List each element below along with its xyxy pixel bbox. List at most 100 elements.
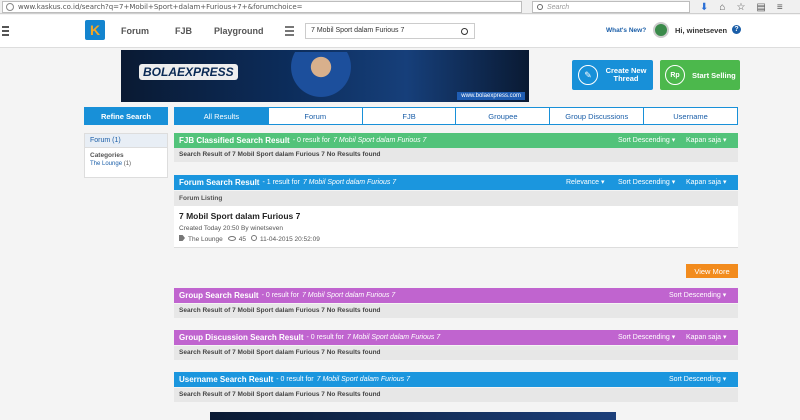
tab-group-discussions[interactable]: Group Discussions: [550, 108, 645, 124]
forum-query: 7 Mobil Sport dalam Furious 7: [302, 179, 397, 186]
group-discussion-title: Group Discussion Search Result: [179, 333, 304, 342]
forum-time-dropdown[interactable]: Kapan saja ▾: [686, 178, 727, 186]
banner-logo: BOLAEXPRESS: [139, 64, 238, 80]
forum-title: Forum Search Result: [179, 178, 260, 187]
result-created: Created Today 20:50 By winetseven: [179, 225, 283, 232]
tab-username[interactable]: Username: [644, 108, 737, 124]
site-search-input[interactable]: 7 Mobil Sport dalam Furious 7: [305, 23, 475, 39]
user-greeting[interactable]: Hi, winetseven: [675, 26, 727, 35]
download-icon[interactable]: ⬇: [700, 2, 708, 13]
search-icon[interactable]: [461, 28, 468, 35]
start-selling-button[interactable]: Rp Start Selling: [660, 60, 740, 90]
group-discussion-sort-label: Sort Descending: [618, 334, 670, 341]
site-header: K Forum FJB Playground 7 Mobil Sport dal…: [0, 15, 800, 48]
username-empty-message: Search Result of 7 Mobil Sport dalam Fur…: [174, 388, 738, 402]
category-the-lounge[interactable]: The Lounge (1): [85, 161, 167, 167]
group-empty-message: Search Result of 7 Mobil Sport dalam Fur…: [174, 304, 738, 318]
fjb-time-label: Kapan saja: [686, 137, 722, 144]
fjb-query: 7 Mobil Sport dalam Furious 7: [333, 137, 427, 144]
browser-search-placeholder: Search: [547, 3, 570, 11]
browser-toolbar: www.kaskus.co.id/search?q=7+Mobil+Sport+…: [0, 0, 800, 14]
eye-icon: [227, 235, 236, 241]
whats-new-link[interactable]: What's New?: [606, 27, 646, 34]
fjb-result-header: FJB Classified Search Result - 0 result …: [174, 133, 738, 148]
help-icon[interactable]: ?: [732, 25, 741, 34]
nav-playground[interactable]: Playground: [214, 26, 264, 36]
result-title-link[interactable]: 7 Mobil Sport dalam Furious 7: [179, 211, 733, 221]
hamburger-icon[interactable]: [2, 26, 9, 38]
result-date-value: 11-04-2015 20:52:09: [259, 236, 320, 243]
result-views: 45: [227, 235, 246, 243]
forum-count-filter[interactable]: Forum (1): [85, 134, 167, 148]
forum-sort-dropdown[interactable]: Sort Descending ▾: [618, 178, 675, 186]
forum-count: - 1 result for: [262, 179, 300, 186]
result-views-count: 45: [238, 235, 246, 243]
username-query: 7 Mobil Sport dalam Furious 7: [316, 376, 411, 383]
tab-forum[interactable]: Forum: [269, 108, 363, 124]
refine-search-header: Refine Search: [84, 107, 168, 125]
group-discussion-sort-dropdown[interactable]: Sort Descending ▾: [618, 333, 675, 341]
avatar[interactable]: [653, 22, 669, 38]
group-discussion-empty-message: Search Result of 7 Mobil Sport dalam Fur…: [174, 346, 738, 360]
username-sort-dropdown[interactable]: Sort Descending ▾: [669, 375, 726, 383]
tab-fjb[interactable]: FJB: [363, 108, 457, 124]
category-count: (1): [123, 161, 132, 167]
forum-listing-label: Forum Listing: [174, 191, 738, 206]
result-category[interactable]: The Lounge: [179, 235, 223, 243]
fjb-empty-message: Search Result of 7 Mobil Sport dalam Fur…: [174, 148, 738, 162]
home-icon[interactable]: ⌂: [719, 2, 725, 13]
banner-player-image: [286, 52, 356, 102]
nav-fjb[interactable]: FJB: [175, 26, 192, 36]
list-menu-icon[interactable]: [285, 26, 294, 38]
group-query: 7 Mobil Sport dalam Furious 7: [301, 292, 396, 299]
create-thread-button[interactable]: ✎ Create New Thread: [572, 60, 653, 90]
forum-time-label: Kapan saja: [686, 179, 722, 186]
fjb-sort-label: Sort Descending: [618, 137, 670, 144]
ad-banner[interactable]: BOLAEXPRESS www.bolaexpress.com: [121, 50, 529, 102]
result-tabs: All Results Forum FJB Groupee Group Disc…: [174, 107, 738, 125]
rupiah-icon: Rp: [665, 65, 685, 85]
refine-panel: Forum (1) Categories The Lounge (1): [84, 133, 168, 178]
fjb-count: - 0 result for: [292, 137, 331, 144]
tab-groupee[interactable]: Groupee: [456, 108, 551, 124]
result-stats: The Lounge 45 11-04-2015 20:52:09: [179, 235, 733, 243]
group-count: - 0 result for: [261, 292, 299, 299]
forum-relevance-dropdown[interactable]: Relevance ▾: [566, 178, 605, 186]
view-more-button[interactable]: View More: [686, 264, 738, 278]
fjb-sort-dropdown[interactable]: Sort Descending ▾: [618, 136, 675, 144]
lock-icon[interactable]: ▤: [756, 2, 765, 13]
username-sort-label: Sort Descending: [669, 376, 721, 383]
group-sort-label: Sort Descending: [669, 292, 721, 299]
nav-forum[interactable]: Forum: [121, 26, 149, 36]
fjb-time-dropdown[interactable]: Kapan saja ▾: [686, 136, 727, 144]
group-discussion-time-dropdown[interactable]: Kapan saja ▾: [686, 333, 727, 341]
menu-icon[interactable]: ≡: [777, 2, 783, 13]
search-icon: [537, 4, 543, 10]
result-date: 11-04-2015 20:52:09: [250, 235, 320, 243]
address-bar[interactable]: www.kaskus.co.id/search?q=7+Mobil+Sport+…: [2, 1, 522, 13]
group-discussion-count: - 0 result for: [306, 334, 344, 341]
browser-search-box[interactable]: Search: [532, 1, 690, 13]
banner-url: www.bolaexpress.com: [457, 92, 525, 100]
group-sort-dropdown[interactable]: Sort Descending ▾: [669, 291, 726, 299]
tag-icon: [179, 235, 185, 241]
pencil-icon: ✎: [578, 65, 598, 85]
group-title: Group Search Result: [179, 291, 259, 300]
create-thread-label: Create New Thread: [605, 66, 647, 83]
forum-result-item: 7 Mobil Sport dalam Furious 7 Created To…: [174, 206, 738, 248]
bookmark-star-icon[interactable]: ☆: [736, 2, 745, 13]
site-search-value: 7 Mobil Sport dalam Furious 7: [311, 27, 405, 34]
group-discussion-query: 7 Mobil Sport dalam Furious 7: [346, 334, 441, 341]
forum-relevance-label: Relevance: [566, 179, 600, 186]
categories-title: Categories: [90, 152, 124, 159]
globe-icon: [6, 3, 14, 11]
start-selling-label: Start Selling: [692, 70, 736, 80]
category-label: The Lounge: [90, 161, 123, 167]
bottom-ad-banner[interactable]: [210, 412, 616, 420]
forum-sort-label: Sort Descending: [618, 179, 670, 186]
tab-all-results[interactable]: All Results: [175, 108, 269, 124]
group-result-header: Group Search Result - 0 result for 7 Mob…: [174, 288, 738, 303]
address-url: www.kaskus.co.id/search?q=7+Mobil+Sport+…: [18, 3, 303, 11]
kaskus-logo[interactable]: K: [85, 20, 105, 40]
browser-icons: ⬇ ⌂ ☆ ▤ ≡: [700, 0, 783, 14]
